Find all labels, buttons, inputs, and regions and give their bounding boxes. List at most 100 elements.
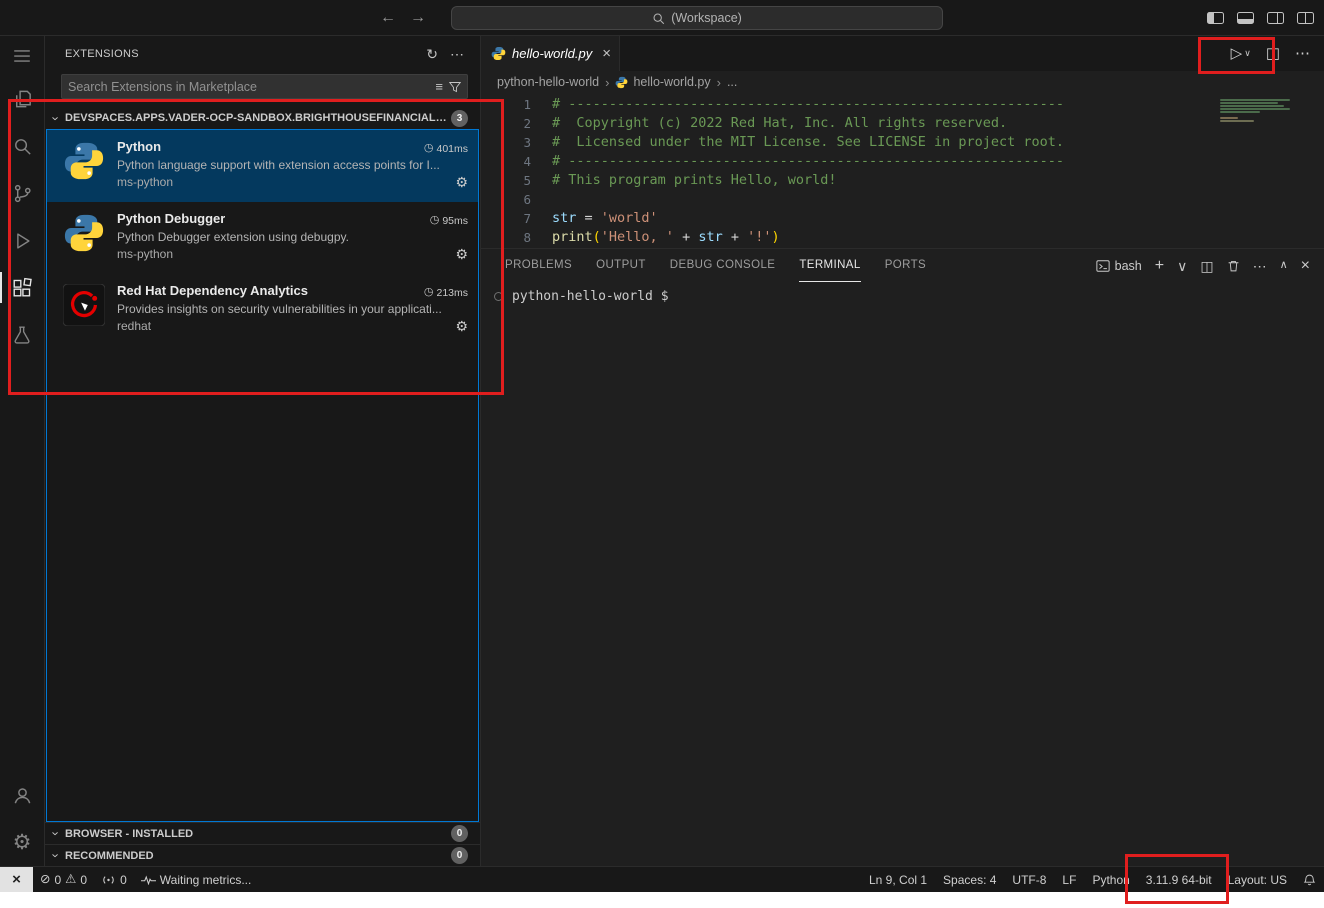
clock-icon: ◷ <box>424 143 434 154</box>
notifications-button[interactable] <box>1295 867 1324 892</box>
activation-time: ◷ 213ms <box>424 287 468 299</box>
tab-debug-console[interactable]: DEBUG CONSOLE <box>670 249 776 282</box>
terminal-prompt: python-hello-world $ <box>512 289 669 304</box>
settings-button[interactable]: ⚙ <box>0 819 44 866</box>
menu-button[interactable] <box>0 36 44 76</box>
clear-filter-icon[interactable]: ≡ <box>435 80 443 93</box>
code-line: 7str = 'world' <box>481 209 1324 228</box>
tab-terminal[interactable]: TERMINAL <box>799 249 860 282</box>
section-recommended[interactable]: › RECOMMENDED 0 <box>45 844 480 866</box>
tab-ports[interactable]: PORTS <box>885 249 926 282</box>
beaker-icon <box>11 324 33 346</box>
sidebar-title: EXTENSIONS <box>65 48 420 60</box>
ports-broadcast-icon <box>101 874 116 886</box>
extensions-section-header[interactable]: › DEVSPACES.APPS.VADER-OCP-SANDBOX.BRIGH… <box>45 107 480 129</box>
terminal-dropdown-chevron-icon[interactable]: ∨ <box>1177 259 1187 273</box>
back-icon[interactable]: ← <box>380 10 396 26</box>
extension-name: Python Debugger <box>117 211 225 226</box>
sidebar-item-search[interactable] <box>0 123 44 170</box>
tab-problems[interactable]: PROBLEMS <box>505 249 572 282</box>
extension-publisher: redhat <box>117 319 151 333</box>
code-line: 2# Copyright (c) 2022 Red Hat, Inc. All … <box>481 114 1324 133</box>
encoding[interactable]: UTF-8 <box>1004 867 1054 892</box>
close-panel-icon[interactable]: × <box>1301 258 1310 274</box>
split-terminal-icon[interactable]: ◫ <box>1200 259 1213 273</box>
sidebar-item-testing[interactable] <box>0 311 44 358</box>
metrics-status[interactable]: Waiting metrics... <box>134 867 259 892</box>
extension-publisher: ms-python <box>117 247 173 261</box>
forward-icon[interactable]: → <box>410 10 426 26</box>
section-browser-installed[interactable]: › BROWSER - INSTALLED 0 <box>45 822 480 844</box>
eol-sequence[interactable]: LF <box>1054 867 1084 892</box>
ports-status[interactable]: 0 <box>94 867 134 892</box>
activity-bar: ⚙ <box>0 36 45 866</box>
panel-more-actions-icon[interactable]: ⋯ <box>1253 259 1267 273</box>
source-control-icon <box>11 182 34 205</box>
toggle-secondary-sidebar-icon[interactable] <box>1267 12 1284 24</box>
extensions-icon <box>11 277 33 299</box>
extension-name: Red Hat Dependency Analytics <box>117 283 308 298</box>
language-mode[interactable]: Python <box>1084 867 1137 892</box>
editor-more-actions-icon[interactable]: ⋯ <box>1295 46 1310 61</box>
close-tab-icon[interactable]: × <box>602 46 611 61</box>
minimap[interactable] <box>1220 99 1296 123</box>
more-actions-icon[interactable]: ⋯ <box>444 45 470 63</box>
manage-gear-icon[interactable]: ⚙ <box>455 175 468 189</box>
tab-hello-world-py[interactable]: hello-world.py × <box>481 36 620 71</box>
sidebar-item-source-control[interactable] <box>0 170 44 217</box>
extension-row-python-debugger[interactable]: Python Debugger ◷ 95ms Python Debugger e… <box>47 202 478 274</box>
keyboard-layout[interactable]: Layout: US <box>1220 867 1295 892</box>
command-decoration-icon <box>494 292 503 301</box>
python-logo-icon <box>63 140 105 182</box>
search-icon <box>11 135 34 158</box>
manage-gear-icon[interactable]: ⚙ <box>455 247 468 261</box>
filter-funnel-icon[interactable] <box>449 81 461 93</box>
indentation[interactable]: Spaces: 4 <box>935 867 1004 892</box>
extension-description: Python language support with extension a… <box>117 158 468 172</box>
code-line: 8print('Hello, ' + str + '!') <box>481 228 1324 247</box>
manage-gear-icon[interactable]: ⚙ <box>455 319 468 333</box>
sidebar-item-run-debug[interactable] <box>0 217 44 264</box>
extensions-search-input[interactable] <box>68 80 429 94</box>
sidebar-item-extensions[interactable] <box>0 264 44 311</box>
shell-selector[interactable]: bash <box>1096 259 1142 273</box>
command-center[interactable]: (Workspace) <box>451 6 943 30</box>
new-terminal-icon[interactable]: + <box>1155 258 1164 274</box>
run-dropdown-chevron-icon[interactable]: ∨ <box>1244 49 1251 58</box>
run-icon: ▷ <box>1231 46 1243 61</box>
extension-list: Python ◷ 401ms Python language support w… <box>46 129 479 822</box>
redhat-dependency-analytics-icon <box>63 284 105 326</box>
remote-indicator[interactable]: × <box>0 867 33 892</box>
cursor-position[interactable]: Ln 9, Col 1 <box>861 867 935 892</box>
extension-row-redhat-dependency-analytics[interactable]: Red Hat Dependency Analytics ◷ 213ms Pro… <box>47 274 478 346</box>
code-editor[interactable]: 1# -------------------------------------… <box>481 93 1324 248</box>
bell-icon <box>1303 873 1316 887</box>
toggle-primary-sidebar-icon[interactable] <box>1207 12 1224 24</box>
sidebar-item-explorer[interactable] <box>0 76 44 123</box>
code-line: 5# This program prints Hello, world! <box>481 171 1324 190</box>
activation-time: ◷ 95ms <box>430 215 468 227</box>
toggle-panel-icon[interactable] <box>1237 12 1254 24</box>
terminal-view[interactable]: python-hello-world $ <box>481 282 1324 304</box>
code-line: 1# -------------------------------------… <box>481 95 1324 114</box>
python-interpreter[interactable]: 3.11.9 64-bit <box>1138 867 1220 892</box>
workspace-search-label: (Workspace) <box>671 11 742 25</box>
breadcrumb-symbol[interactable]: ... <box>727 75 737 89</box>
refresh-icon[interactable]: ↻ <box>420 45 444 63</box>
customize-layout-icon[interactable] <box>1297 12 1314 24</box>
maximize-panel-icon[interactable]: ∧ <box>1280 260 1288 271</box>
extensions-search-box[interactable]: ≡ <box>61 74 468 99</box>
breadcrumb-folder[interactable]: python-hello-world <box>497 75 599 89</box>
problems-status[interactable]: ⊘ 0 ⚠ 0 <box>33 867 94 892</box>
chevron-right-icon: › <box>605 76 609 89</box>
split-editor-icon[interactable]: ◫ <box>1266 46 1280 61</box>
hamburger-icon <box>11 45 33 67</box>
tab-output[interactable]: OUTPUT <box>596 249 646 282</box>
run-python-file-button[interactable]: ▷ ∨ <box>1231 46 1251 61</box>
kill-terminal-icon[interactable] <box>1227 259 1240 273</box>
breadcrumb-file[interactable]: hello-world.py <box>615 75 710 89</box>
accounts-button[interactable] <box>0 772 44 819</box>
extension-description: Python Debugger extension using debugpy. <box>117 230 468 244</box>
section-count-badge: 0 <box>451 847 468 864</box>
extension-row-python[interactable]: Python ◷ 401ms Python language support w… <box>47 130 478 202</box>
